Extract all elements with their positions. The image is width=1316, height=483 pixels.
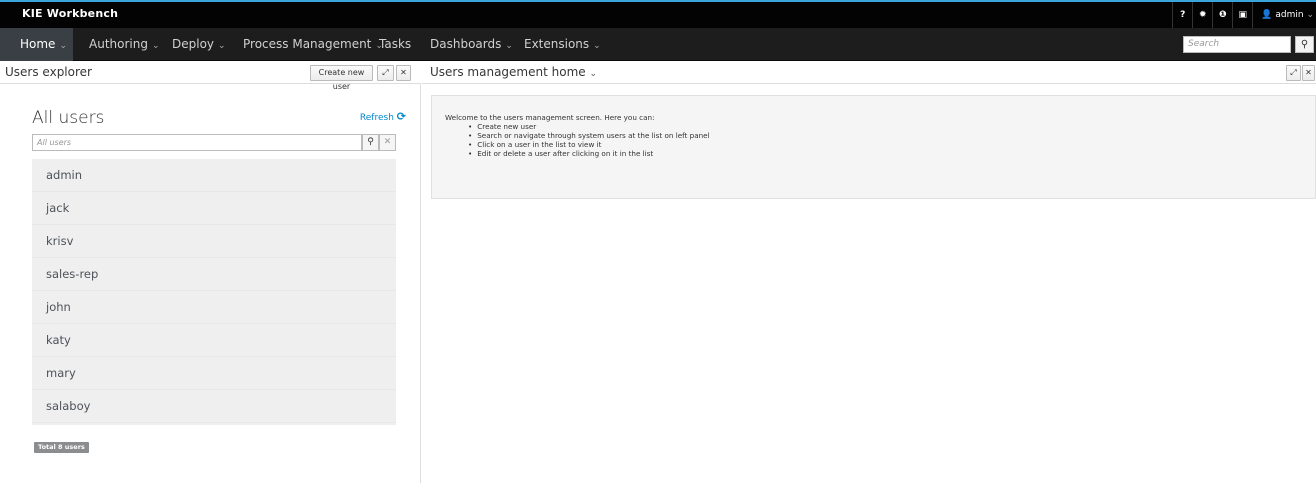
list-item[interactable]: krisv bbox=[32, 225, 396, 258]
close-icon[interactable]: ✕ bbox=[396, 65, 411, 81]
users-filter-input[interactable]: All users bbox=[32, 134, 362, 151]
nav-item-authoring[interactable]: Authoring ⌄ bbox=[89, 28, 160, 61]
chevron-down-icon: ⌄ bbox=[505, 41, 513, 51]
chevron-down-icon: ⌄ bbox=[151, 41, 160, 51]
main-nav: Home ⌄ Authoring ⌄ Deploy ⌄ Process Managem… bbox=[0, 28, 1316, 61]
top-bar: KIE Workbench ? ✹ ❶ ▣ 👤 admin ⌄ bbox=[0, 2, 1316, 28]
users-explorer-panel: Users explorer Create new user ⤢ ✕ All u… bbox=[0, 62, 421, 483]
search-icon[interactable]: ⚲ bbox=[362, 134, 379, 151]
nav-item-tasks[interactable]: Tasks bbox=[379, 28, 411, 61]
nav-label: Home bbox=[20, 37, 56, 51]
chevron-down-icon: ⌄ bbox=[59, 41, 67, 51]
panel-title: Users explorer bbox=[5, 65, 92, 79]
users-management-panel: Users management home ⌄ ⤢ ✕ Welcome to t… bbox=[422, 62, 1316, 483]
panel-title: Users management home bbox=[430, 65, 586, 79]
nav-search-input[interactable]: Search bbox=[1183, 36, 1291, 53]
nav-label: Extensions bbox=[524, 37, 590, 51]
list-item[interactable]: katy bbox=[32, 324, 396, 357]
chevron-down-icon: ⌄ bbox=[593, 41, 601, 51]
brand-logo: KIE Workbench bbox=[22, 7, 119, 20]
welcome-message: Welcome to the users management screen. … bbox=[431, 95, 1316, 199]
search-icon[interactable]: ⚲ bbox=[1295, 36, 1314, 53]
user-menu[interactable]: 👤 admin ⌄ bbox=[1252, 2, 1316, 28]
list-item[interactable]: jack bbox=[32, 192, 396, 225]
list-item[interactable]: mary bbox=[32, 357, 396, 390]
help-icon[interactable]: ? bbox=[1172, 2, 1192, 28]
clear-icon[interactable]: ✕ bbox=[379, 134, 396, 151]
user-list: admin jack krisv sales-rep john katy mar… bbox=[32, 159, 396, 425]
nav-item-home[interactable]: Home ⌄ bbox=[0, 28, 73, 61]
panel-header: Users explorer Create new user ⤢ ✕ bbox=[0, 62, 421, 91]
list-item: Create new user bbox=[468, 122, 1315, 131]
welcome-intro: Welcome to the users management screen. … bbox=[445, 113, 655, 122]
all-users-heading: All users bbox=[32, 108, 105, 128]
list-item: Search or navigate through system users … bbox=[468, 131, 1315, 140]
info-icon[interactable]: ❶ bbox=[1212, 2, 1232, 28]
list-item[interactable]: sales-rep bbox=[32, 258, 396, 291]
list-item: Edit or delete a user after clicking on … bbox=[468, 149, 1315, 158]
gear-icon[interactable]: ✹ bbox=[1192, 2, 1212, 28]
briefcase-icon[interactable]: ▣ bbox=[1232, 2, 1252, 28]
expand-icon[interactable]: ⤢ bbox=[1286, 65, 1301, 81]
chevron-down-icon: ⌄ bbox=[1306, 10, 1314, 20]
user-label: admin bbox=[1275, 10, 1304, 20]
panel-title-dropdown[interactable]: Users management home ⌄ bbox=[430, 65, 597, 79]
list-item[interactable]: john bbox=[32, 291, 396, 324]
chevron-down-icon: ⌄ bbox=[218, 41, 226, 51]
panel-header: Users management home ⌄ ⤢ ✕ bbox=[422, 62, 1316, 84]
total-users-badge: Total 8 users bbox=[34, 442, 89, 453]
nav-label: Dashboards bbox=[430, 37, 502, 51]
nav-label: Deploy bbox=[172, 37, 215, 51]
nav-label: Process Management bbox=[243, 37, 372, 51]
nav-item-process-management[interactable]: Process Management ⌄ bbox=[243, 28, 383, 61]
refresh-icon: ⟳ bbox=[396, 110, 406, 123]
list-item[interactable]: salaboy bbox=[32, 390, 396, 423]
close-icon[interactable]: ✕ bbox=[1302, 65, 1315, 81]
list-item[interactable]: admin bbox=[32, 159, 396, 192]
nav-item-dashboards[interactable]: Dashboards ⌄ bbox=[430, 28, 513, 61]
refresh-label: Refresh bbox=[359, 113, 394, 123]
chevron-down-icon: ⌄ bbox=[589, 69, 598, 79]
nav-item-extensions[interactable]: Extensions ⌄ bbox=[524, 28, 601, 61]
nav-item-deploy[interactable]: Deploy ⌄ bbox=[172, 28, 226, 61]
create-user-button[interactable]: Create new user bbox=[310, 65, 373, 91]
list-item: Click on a user in the list to view it bbox=[468, 140, 1315, 149]
user-icon: 👤 bbox=[1261, 10, 1273, 20]
nav-label: Authoring bbox=[89, 37, 148, 51]
welcome-list: Create new user Search or navigate throu… bbox=[468, 122, 1315, 158]
refresh-button[interactable]: Refresh ⟳ bbox=[360, 110, 406, 123]
nav-label: Tasks bbox=[379, 37, 412, 51]
expand-icon[interactable]: ⤢ bbox=[377, 65, 394, 81]
utility-menu: ? ✹ ❶ ▣ 👤 admin ⌄ bbox=[1172, 2, 1316, 28]
